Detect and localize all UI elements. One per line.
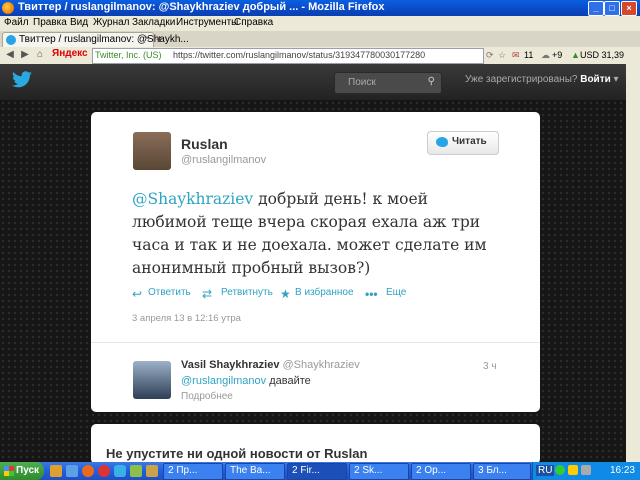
mention-link[interactable]: @Shaykhraziev [132, 190, 253, 208]
menu-view[interactable]: Вид [70, 17, 88, 28]
tab-label: Твиттер / ruslangilmanov: @Shaykh... [19, 34, 189, 45]
mail-icon[interactable]: ✉ [512, 50, 520, 61]
tab-bar: Твиттер / ruslangilmanov: @Shaykh... × + [0, 31, 640, 48]
navigation-bar: ◀ ▶ ⌂ Яндекс Twitter, Inc. (US) https://… [0, 47, 640, 65]
language-indicator[interactable]: RU [536, 465, 555, 476]
star-icon[interactable]: ☆ [498, 50, 506, 61]
minimize-button[interactable]: _ [588, 1, 604, 16]
quicklaunch-skype-icon[interactable] [114, 465, 126, 477]
twitter-bird-icon [436, 137, 448, 147]
signin-button[interactable]: Войти [580, 74, 611, 85]
clock[interactable]: 16:23 [610, 465, 635, 476]
reply-text: @ruslangilmanov давайте [181, 375, 311, 387]
retweet-icon[interactable]: ⇄ [202, 287, 212, 301]
tab-close-icon[interactable]: × [144, 33, 150, 44]
search-input[interactable]: Поиск ⚲ [334, 72, 442, 94]
taskbar-button-folders[interactable]: 2 Пр... [163, 463, 223, 480]
retweet-button[interactable]: Ретвитнуть [221, 287, 273, 298]
avatar[interactable] [133, 132, 171, 170]
url-text: https://twitter.com/ruslangilmanov/statu… [173, 50, 426, 60]
tab-twitter[interactable]: Твиттер / ruslangilmanov: @Shaykh... × [2, 32, 189, 48]
tweet-text: @Shaykhraziev добрый день! к моей любимо… [132, 188, 502, 280]
reply-avatar[interactable] [133, 361, 171, 399]
home-icon[interactable]: ⌂ [33, 48, 47, 62]
close-window-button[interactable]: × [621, 1, 637, 16]
tweet-card: Ruslan @ruslangilmanov Читать @Shaykhraz… [91, 112, 540, 412]
favorite-star-icon[interactable]: ★ [280, 287, 291, 301]
mail-count: 11 [524, 50, 534, 60]
user-handle[interactable]: @ruslangilmanov [181, 154, 266, 166]
search-placeholder: Поиск [348, 77, 376, 88]
scrollbar[interactable] [626, 64, 640, 462]
start-button[interactable]: Пуск [0, 462, 44, 480]
tray-network-icon[interactable] [555, 465, 565, 475]
menu-bar: Файл Правка Вид Журнал Закладки Инструме… [0, 16, 640, 32]
taskbar-button-skype[interactable]: 2 Sk... [349, 463, 409, 480]
menu-file[interactable]: Файл [4, 17, 29, 28]
tray-app-icon[interactable] [568, 465, 578, 475]
firefox-icon [2, 2, 14, 14]
reply-name[interactable]: Vasil Shaykhraziev [181, 359, 279, 371]
follow-label: Читать [452, 136, 487, 147]
favorite-button[interactable]: В избранное [295, 287, 354, 298]
back-icon[interactable]: ◀ [3, 48, 17, 62]
twitter-bird-icon[interactable] [11, 71, 33, 89]
reply-mention-link[interactable]: @ruslangilmanov [181, 375, 266, 387]
forward-icon[interactable]: ▶ [18, 48, 32, 62]
menu-tools[interactable]: Инструменты [176, 17, 238, 28]
taskbar: Пуск 2 Пр... The Ba... 2 Fir... 2 Sk... … [0, 462, 640, 480]
reload-icon[interactable]: ⟳ [486, 50, 494, 61]
search-icon[interactable]: ⚲ [428, 76, 435, 87]
user-name[interactable]: Ruslan [181, 136, 228, 152]
weather-value: +9 [552, 50, 563, 60]
menu-history[interactable]: Журнал [93, 17, 130, 28]
start-label: Пуск [16, 465, 40, 476]
maximize-button[interactable]: □ [604, 1, 620, 16]
window-title-bar: Твиттер / ruslangilmanov: @Shaykhraziev … [0, 0, 640, 16]
tray-volume-icon[interactable] [581, 465, 591, 475]
quicklaunch-tool-icon[interactable] [146, 465, 158, 477]
taskbar-button-blogs[interactable]: 3 Бл... [473, 463, 531, 480]
twitter-favicon-icon [6, 35, 16, 45]
signin-prompt: Уже зарегистрированы? [465, 74, 578, 85]
quicklaunch-folder-icon[interactable] [50, 465, 62, 477]
reply-body: давайте [266, 375, 311, 387]
menu-bookmarks[interactable]: Закладки [132, 17, 175, 28]
reply-author[interactable]: Vasil Shaykhraziev @Shaykhraziev [181, 359, 360, 371]
reply-handle[interactable]: @Shaykhraziev [283, 359, 360, 371]
window-title: Твиттер / ruslangilmanov: @Shaykhraziev … [18, 1, 385, 13]
signin-chevron-icon[interactable]: ▾ [614, 74, 619, 85]
quicklaunch-desktop-icon[interactable] [66, 465, 78, 477]
weather-icon[interactable]: ☁ [541, 50, 550, 61]
more-dots-icon[interactable]: ••• [365, 287, 378, 301]
menu-help[interactable]: Справка [234, 17, 273, 28]
tweet-timestamp[interactable]: 3 апреля 13 в 12:16 утра [132, 313, 241, 324]
quicklaunch-app-icon[interactable] [130, 465, 142, 477]
address-bar[interactable]: Twitter, Inc. (US) https://twitter.com/r… [92, 48, 484, 64]
quicklaunch-opera-icon[interactable] [98, 465, 110, 477]
promo-title: Не упустите ни одной новости от Ruslan [106, 446, 368, 461]
currency-value: USD 31,39 [580, 50, 625, 60]
twitter-topbar: Поиск ⚲ Уже зарегистрированы? Войти ▾ [0, 64, 640, 101]
promo-card: Не упустите ни одной новости от Ruslan [91, 424, 540, 464]
windows-logo-icon [4, 466, 14, 476]
follow-button[interactable]: Читать [427, 131, 499, 155]
reply-time[interactable]: 3 ч [483, 361, 497, 372]
quicklaunch-firefox-icon[interactable] [82, 465, 94, 477]
signin-area: Уже зарегистрированы? Войти ▾ [465, 74, 619, 85]
site-identity[interactable]: Twitter, Inc. (US) [95, 50, 162, 60]
currency-icon[interactable]: ▲ [571, 50, 580, 60]
taskbar-button-opera[interactable]: 2 Op... [411, 463, 471, 480]
new-tab-button[interactable]: + [156, 32, 163, 46]
more-button[interactable]: Еще [386, 287, 406, 298]
system-tray: RU 16:23 [532, 462, 640, 480]
taskbar-button-the-ba[interactable]: The Ba... [225, 463, 285, 480]
reply-button[interactable]: Ответить [148, 287, 191, 298]
divider [91, 342, 540, 343]
reply-icon[interactable]: ↩ [132, 287, 142, 301]
reply-details-link[interactable]: Подробнее [181, 391, 233, 402]
yandex-button[interactable]: Яндекс [52, 48, 88, 59]
taskbar-button-firefox[interactable]: 2 Fir... [287, 463, 347, 480]
menu-edit[interactable]: Правка [33, 17, 67, 28]
